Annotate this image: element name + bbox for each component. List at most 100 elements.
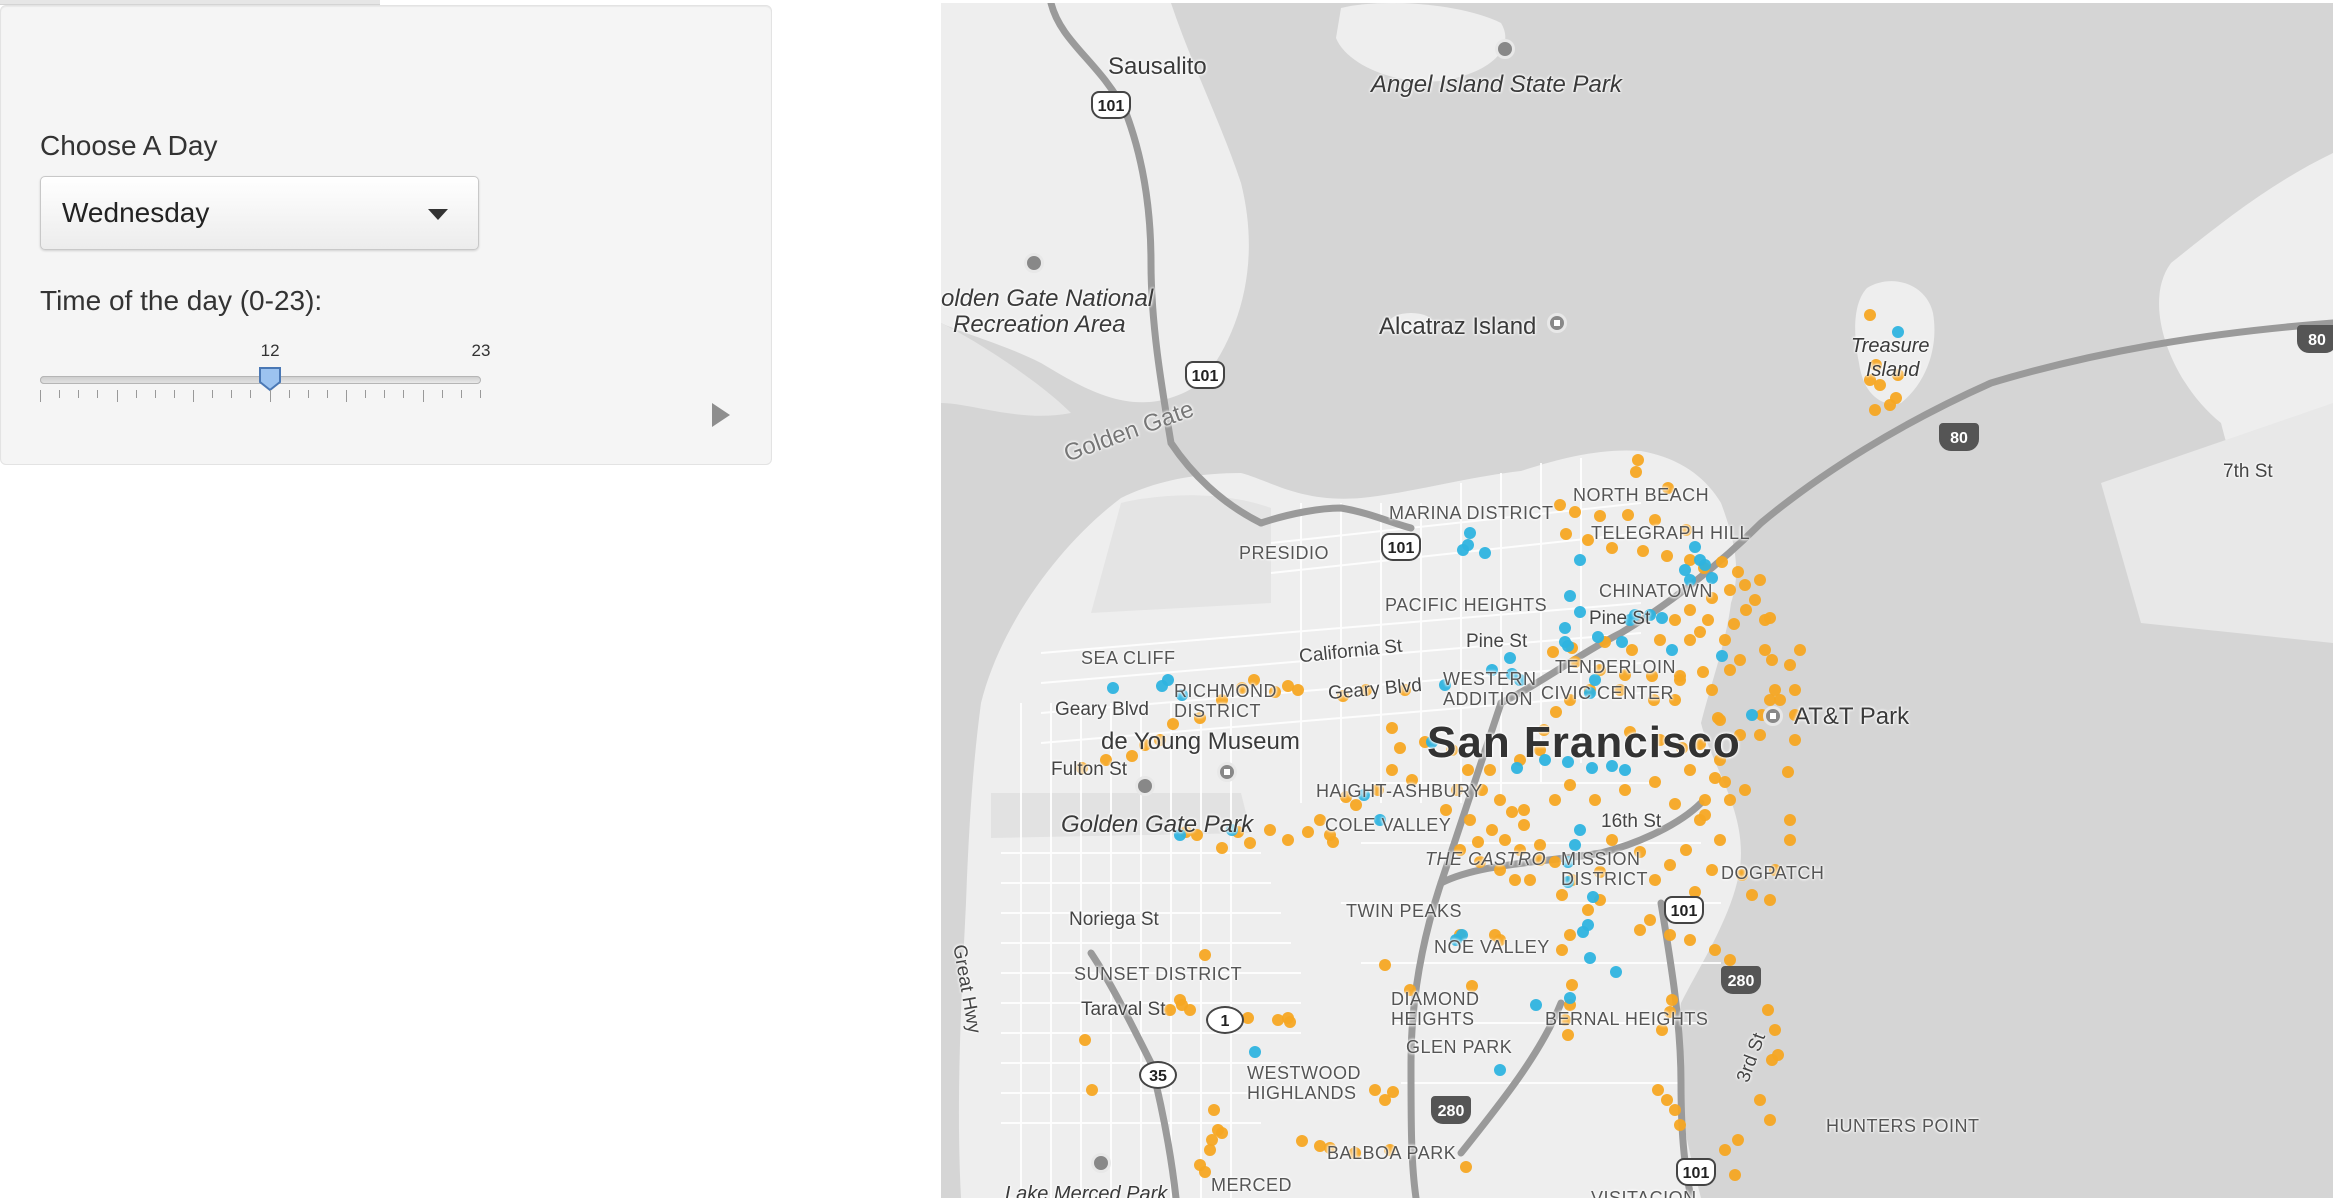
orange-incident-point[interactable] [1622,509,1634,521]
orange-incident-point[interactable] [1284,1016,1296,1028]
orange-incident-point[interactable] [1630,466,1642,478]
orange-incident-point[interactable] [1739,579,1751,591]
orange-incident-point[interactable] [1766,654,1778,666]
orange-incident-point[interactable] [1549,856,1561,868]
orange-incident-point[interactable] [1706,684,1718,696]
orange-incident-point[interactable] [1684,604,1696,616]
orange-incident-point[interactable] [1506,806,1518,818]
blue-incident-point[interactable] [1574,554,1586,566]
orange-incident-point[interactable] [1569,506,1581,518]
orange-incident-point[interactable] [1637,545,1649,557]
orange-incident-point[interactable] [1644,914,1656,926]
blue-incident-point[interactable] [1107,682,1119,694]
orange-incident-point[interactable] [1199,949,1211,961]
orange-incident-point[interactable] [1652,1084,1664,1096]
orange-incident-point[interactable] [1562,1029,1574,1041]
orange-incident-point[interactable] [1674,1119,1686,1131]
orange-incident-point[interactable] [1719,634,1731,646]
orange-incident-point[interactable] [1706,864,1718,876]
orange-incident-point[interactable] [1518,819,1530,831]
time-slider[interactable]: 12 23 [40,336,490,416]
orange-incident-point[interactable] [1864,309,1876,321]
orange-incident-point[interactable] [1714,834,1726,846]
orange-incident-point[interactable] [1654,634,1666,646]
orange-incident-point[interactable] [1549,794,1561,806]
blue-incident-point[interactable] [1592,631,1604,643]
orange-incident-point[interactable] [1208,1104,1220,1116]
blue-incident-point[interactable] [1464,527,1476,539]
orange-incident-point[interactable] [1554,499,1566,511]
orange-incident-point[interactable] [1606,834,1618,846]
blue-incident-point[interactable] [1574,824,1586,836]
orange-incident-point[interactable] [1282,834,1294,846]
orange-incident-point[interactable] [1784,659,1796,671]
orange-incident-point[interactable] [1719,776,1731,788]
orange-incident-point[interactable] [1509,874,1521,886]
orange-incident-point[interactable] [1794,644,1806,656]
orange-incident-point[interactable] [1184,1004,1196,1016]
orange-incident-point[interactable] [1724,954,1736,966]
orange-incident-point[interactable] [1732,566,1744,578]
orange-incident-point[interactable] [1782,766,1794,778]
orange-incident-point[interactable] [1369,1084,1381,1096]
orange-incident-point[interactable] [1634,924,1646,936]
orange-incident-point[interactable] [1327,836,1339,848]
orange-incident-point[interactable] [1619,784,1631,796]
orange-incident-point[interactable] [1518,804,1530,816]
orange-incident-point[interactable] [1199,1166,1211,1178]
orange-incident-point[interactable] [1216,842,1228,854]
orange-incident-point[interactable] [1564,929,1576,941]
orange-incident-point[interactable] [1740,604,1752,616]
orange-incident-point[interactable] [1729,1169,1741,1181]
blue-incident-point[interactable] [1577,926,1589,938]
orange-incident-point[interactable] [1732,1134,1744,1146]
orange-incident-point[interactable] [1379,959,1391,971]
day-select[interactable]: Wednesday [40,176,479,250]
blue-incident-point[interactable] [1504,652,1516,664]
orange-incident-point[interactable] [1272,1014,1284,1026]
blue-incident-point[interactable] [1564,590,1576,602]
orange-incident-point[interactable] [1086,1084,1098,1096]
orange-incident-point[interactable] [1716,556,1728,568]
orange-incident-point[interactable] [1472,836,1484,848]
blue-incident-point[interactable] [1562,640,1574,652]
orange-incident-point[interactable] [1594,510,1606,522]
orange-incident-point[interactable] [1524,874,1536,886]
orange-incident-point[interactable] [1728,618,1740,630]
orange-incident-point[interactable] [1661,550,1673,562]
blue-incident-point[interactable] [1610,966,1622,978]
orange-incident-point[interactable] [1764,894,1776,906]
orange-incident-point[interactable] [1664,859,1676,871]
orange-incident-point[interactable] [1282,680,1294,692]
orange-incident-point[interactable] [1460,1161,1472,1173]
blue-incident-point[interactable] [1716,650,1728,662]
orange-incident-point[interactable] [1789,734,1801,746]
orange-incident-point[interactable] [1754,729,1766,741]
orange-incident-point[interactable] [1680,844,1692,856]
orange-incident-point[interactable] [1762,1004,1774,1016]
orange-incident-point[interactable] [1394,742,1406,754]
orange-incident-point[interactable] [1699,794,1711,806]
orange-incident-point[interactable] [1589,794,1601,806]
orange-incident-point[interactable] [1754,574,1766,586]
orange-incident-point[interactable] [1626,644,1638,656]
orange-incident-point[interactable] [1661,1094,1673,1106]
orange-incident-point[interactable] [1746,889,1758,901]
orange-incident-point[interactable] [1582,904,1594,916]
orange-incident-point[interactable] [1302,826,1314,838]
blue-incident-point[interactable] [1587,891,1599,903]
blue-incident-point[interactable] [1574,606,1586,618]
orange-incident-point[interactable] [1379,1094,1391,1106]
orange-incident-point[interactable] [1556,889,1568,901]
orange-incident-point[interactable] [1669,798,1681,810]
orange-incident-point[interactable] [1296,1135,1308,1147]
orange-incident-point[interactable] [1204,1144,1216,1156]
orange-incident-point[interactable] [1774,694,1786,706]
orange-incident-point[interactable] [1784,814,1796,826]
orange-incident-point[interactable] [1684,634,1696,646]
blue-incident-point[interactable] [1656,612,1668,624]
orange-incident-point[interactable] [1666,994,1678,1006]
orange-incident-point[interactable] [1766,1054,1778,1066]
orange-incident-point[interactable] [1079,1034,1091,1046]
orange-incident-point[interactable] [1264,824,1276,836]
